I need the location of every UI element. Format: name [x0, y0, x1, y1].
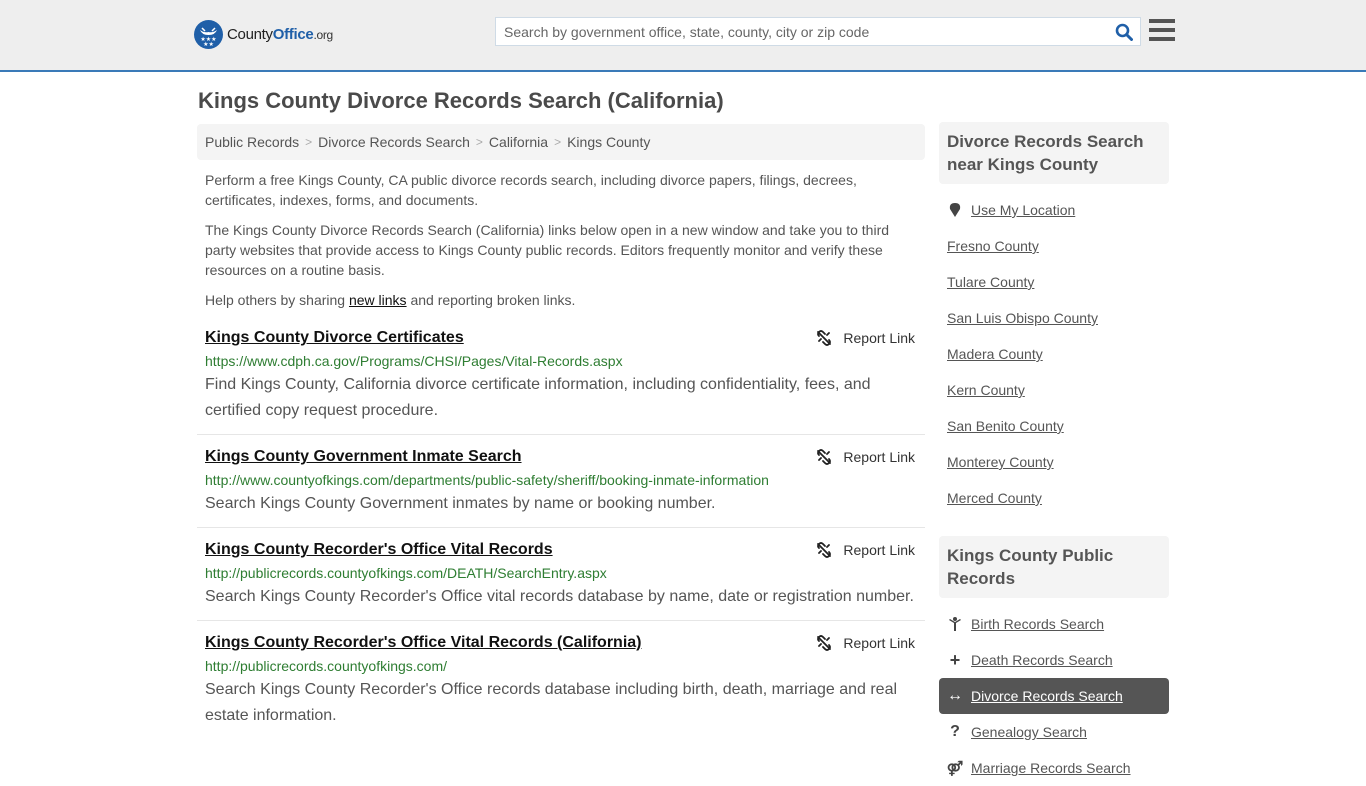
eagle-logo-icon: ★★★ ★★ [194, 20, 223, 49]
new-links-link[interactable]: new links [349, 292, 407, 308]
broken-link-icon [817, 635, 832, 651]
nearby-county-link[interactable]: San Luis Obispo County [947, 310, 1098, 326]
nearby-county-item[interactable]: San Benito County [939, 408, 1169, 444]
breadcrumb-california[interactable]: California [489, 134, 548, 150]
nearby-county-link[interactable]: Kern County [947, 382, 1025, 398]
broken-link-icon [817, 449, 832, 465]
nearby-county-link[interactable]: Monterey County [947, 454, 1054, 470]
public-records-list: Birth Records Search + Death Records Sea… [939, 598, 1169, 786]
result-item: Kings County Recorder's Office Vital Rec… [197, 528, 925, 621]
nearby-county-item[interactable]: Kern County [939, 372, 1169, 408]
result-title-link[interactable]: Kings County Divorce Certificates [205, 328, 464, 348]
intro-paragraph-3: Help others by sharing new links and rep… [205, 292, 576, 308]
results-list: Kings County Divorce Certificates Report… [197, 316, 925, 739]
result-url[interactable]: http://publicrecords.countyofkings.com/ [205, 657, 917, 675]
report-link-button[interactable]: Report Link [816, 542, 915, 558]
nearby-county-item[interactable]: San Luis Obispo County [939, 300, 1169, 336]
intro-text: Perform a free Kings County, CA public d… [197, 170, 925, 310]
broken-link-icon [817, 542, 832, 558]
result-url[interactable]: http://www.countyofkings.com/departments… [205, 471, 917, 489]
nearby-county-item[interactable]: Merced County [939, 480, 1169, 516]
svg-text:★★: ★★ [203, 41, 214, 48]
intro-paragraph-1: Perform a free Kings County, CA public d… [205, 172, 857, 208]
breadcrumb-separator-icon: > [554, 135, 562, 149]
child-icon [947, 617, 963, 631]
birth-records-item[interactable]: Birth Records Search [939, 606, 1169, 642]
report-link-button[interactable]: Report Link [816, 449, 915, 465]
genealogy-link[interactable]: Genealogy Search [971, 724, 1087, 740]
site-logo[interactable]: ★★★ ★★ CountyOffice.org [194, 20, 333, 49]
result-url[interactable]: https://www.cdph.ca.gov/Programs/CHSI/Pa… [205, 352, 917, 370]
marriage-icon: ⚤ [946, 759, 964, 776]
breadcrumb: Public Records > Divorce Records Search … [197, 124, 925, 160]
main-content: Public Records > Divorce Records Search … [197, 124, 925, 739]
page-title: Kings County Divorce Records Search (Cal… [198, 88, 724, 113]
search-icon [1115, 23, 1133, 41]
nearby-county-link[interactable]: Madera County [947, 346, 1043, 362]
result-item: Kings County Divorce Certificates Report… [197, 316, 925, 435]
death-records-link[interactable]: Death Records Search [971, 652, 1113, 668]
report-link-button[interactable]: Report Link [816, 330, 915, 346]
breadcrumb-kings-county[interactable]: Kings County [567, 134, 650, 150]
divorce-records-link[interactable]: Divorce Records Search [971, 688, 1123, 704]
search-input[interactable] [496, 18, 1108, 45]
map-marker-icon [947, 203, 963, 217]
breadcrumb-divorce-records-search[interactable]: Divorce Records Search [318, 134, 470, 150]
result-title-link[interactable]: Kings County Recorder's Office Vital Rec… [205, 633, 641, 653]
arrows-horizontal-icon: ↔ [947, 687, 963, 704]
genealogy-item[interactable]: ? Genealogy Search [939, 714, 1169, 750]
public-records-heading: Kings County Public Records [939, 536, 1169, 598]
site-header: ★★★ ★★ CountyOffice.org [0, 0, 1366, 72]
nearby-heading: Divorce Records Search near Kings County [939, 122, 1169, 184]
result-item: Kings County Recorder's Office Vital Rec… [197, 621, 925, 739]
use-my-location-item[interactable]: Use My Location [939, 192, 1169, 228]
use-my-location-link[interactable]: Use My Location [971, 202, 1075, 218]
nearby-county-link[interactable]: San Benito County [947, 418, 1064, 434]
broken-link-icon [817, 330, 832, 346]
death-records-item[interactable]: + Death Records Search [939, 642, 1169, 678]
report-link-button[interactable]: Report Link [816, 635, 915, 651]
result-description: Search Kings County Recorder's Office vi… [205, 588, 914, 605]
result-url[interactable]: http://publicrecords.countyofkings.com/D… [205, 564, 917, 582]
divorce-records-item[interactable]: ↔ Divorce Records Search [939, 678, 1169, 714]
question-icon: ? [950, 723, 960, 740]
nearby-county-item[interactable]: Tulare County [939, 264, 1169, 300]
nearby-county-link[interactable]: Fresno County [947, 238, 1039, 254]
intro-paragraph-2: The Kings County Divorce Records Search … [205, 222, 890, 278]
result-description: Search Kings County Government inmates b… [205, 495, 716, 512]
search-box [495, 17, 1141, 46]
hamburger-menu-icon[interactable] [1149, 19, 1175, 43]
result-title-link[interactable]: Kings County Recorder's Office Vital Rec… [205, 540, 553, 560]
result-description: Search Kings County Recorder's Office re… [205, 681, 898, 724]
nearby-county-link[interactable]: Tulare County [947, 274, 1034, 290]
breadcrumb-separator-icon: > [475, 135, 483, 149]
marriage-records-link[interactable]: Marriage Records Search [971, 760, 1131, 776]
nearby-county-link[interactable]: Merced County [947, 490, 1042, 506]
logo-text: CountyOffice.org [227, 26, 333, 43]
sidebar: Divorce Records Search near Kings County… [939, 122, 1169, 786]
breadcrumb-separator-icon: > [305, 135, 313, 149]
birth-records-link[interactable]: Birth Records Search [971, 616, 1104, 632]
nearby-county-item[interactable]: Madera County [939, 336, 1169, 372]
breadcrumb-public-records[interactable]: Public Records [205, 134, 299, 150]
search-button[interactable] [1108, 18, 1140, 45]
result-description: Find Kings County, California divorce ce… [205, 376, 871, 419]
result-title-link[interactable]: Kings County Government Inmate Search [205, 447, 522, 467]
marriage-records-item[interactable]: ⚤ Marriage Records Search [939, 750, 1169, 786]
plus-icon: + [949, 649, 961, 670]
nearby-county-item[interactable]: Monterey County [939, 444, 1169, 480]
nearby-county-item[interactable]: Fresno County [939, 228, 1169, 264]
public-records-block: Kings County Public Records Birth Record… [939, 536, 1169, 786]
result-item: Kings County Government Inmate Search Re… [197, 435, 925, 528]
nearby-list: Use My Location Fresno County Tulare Cou… [939, 184, 1169, 516]
